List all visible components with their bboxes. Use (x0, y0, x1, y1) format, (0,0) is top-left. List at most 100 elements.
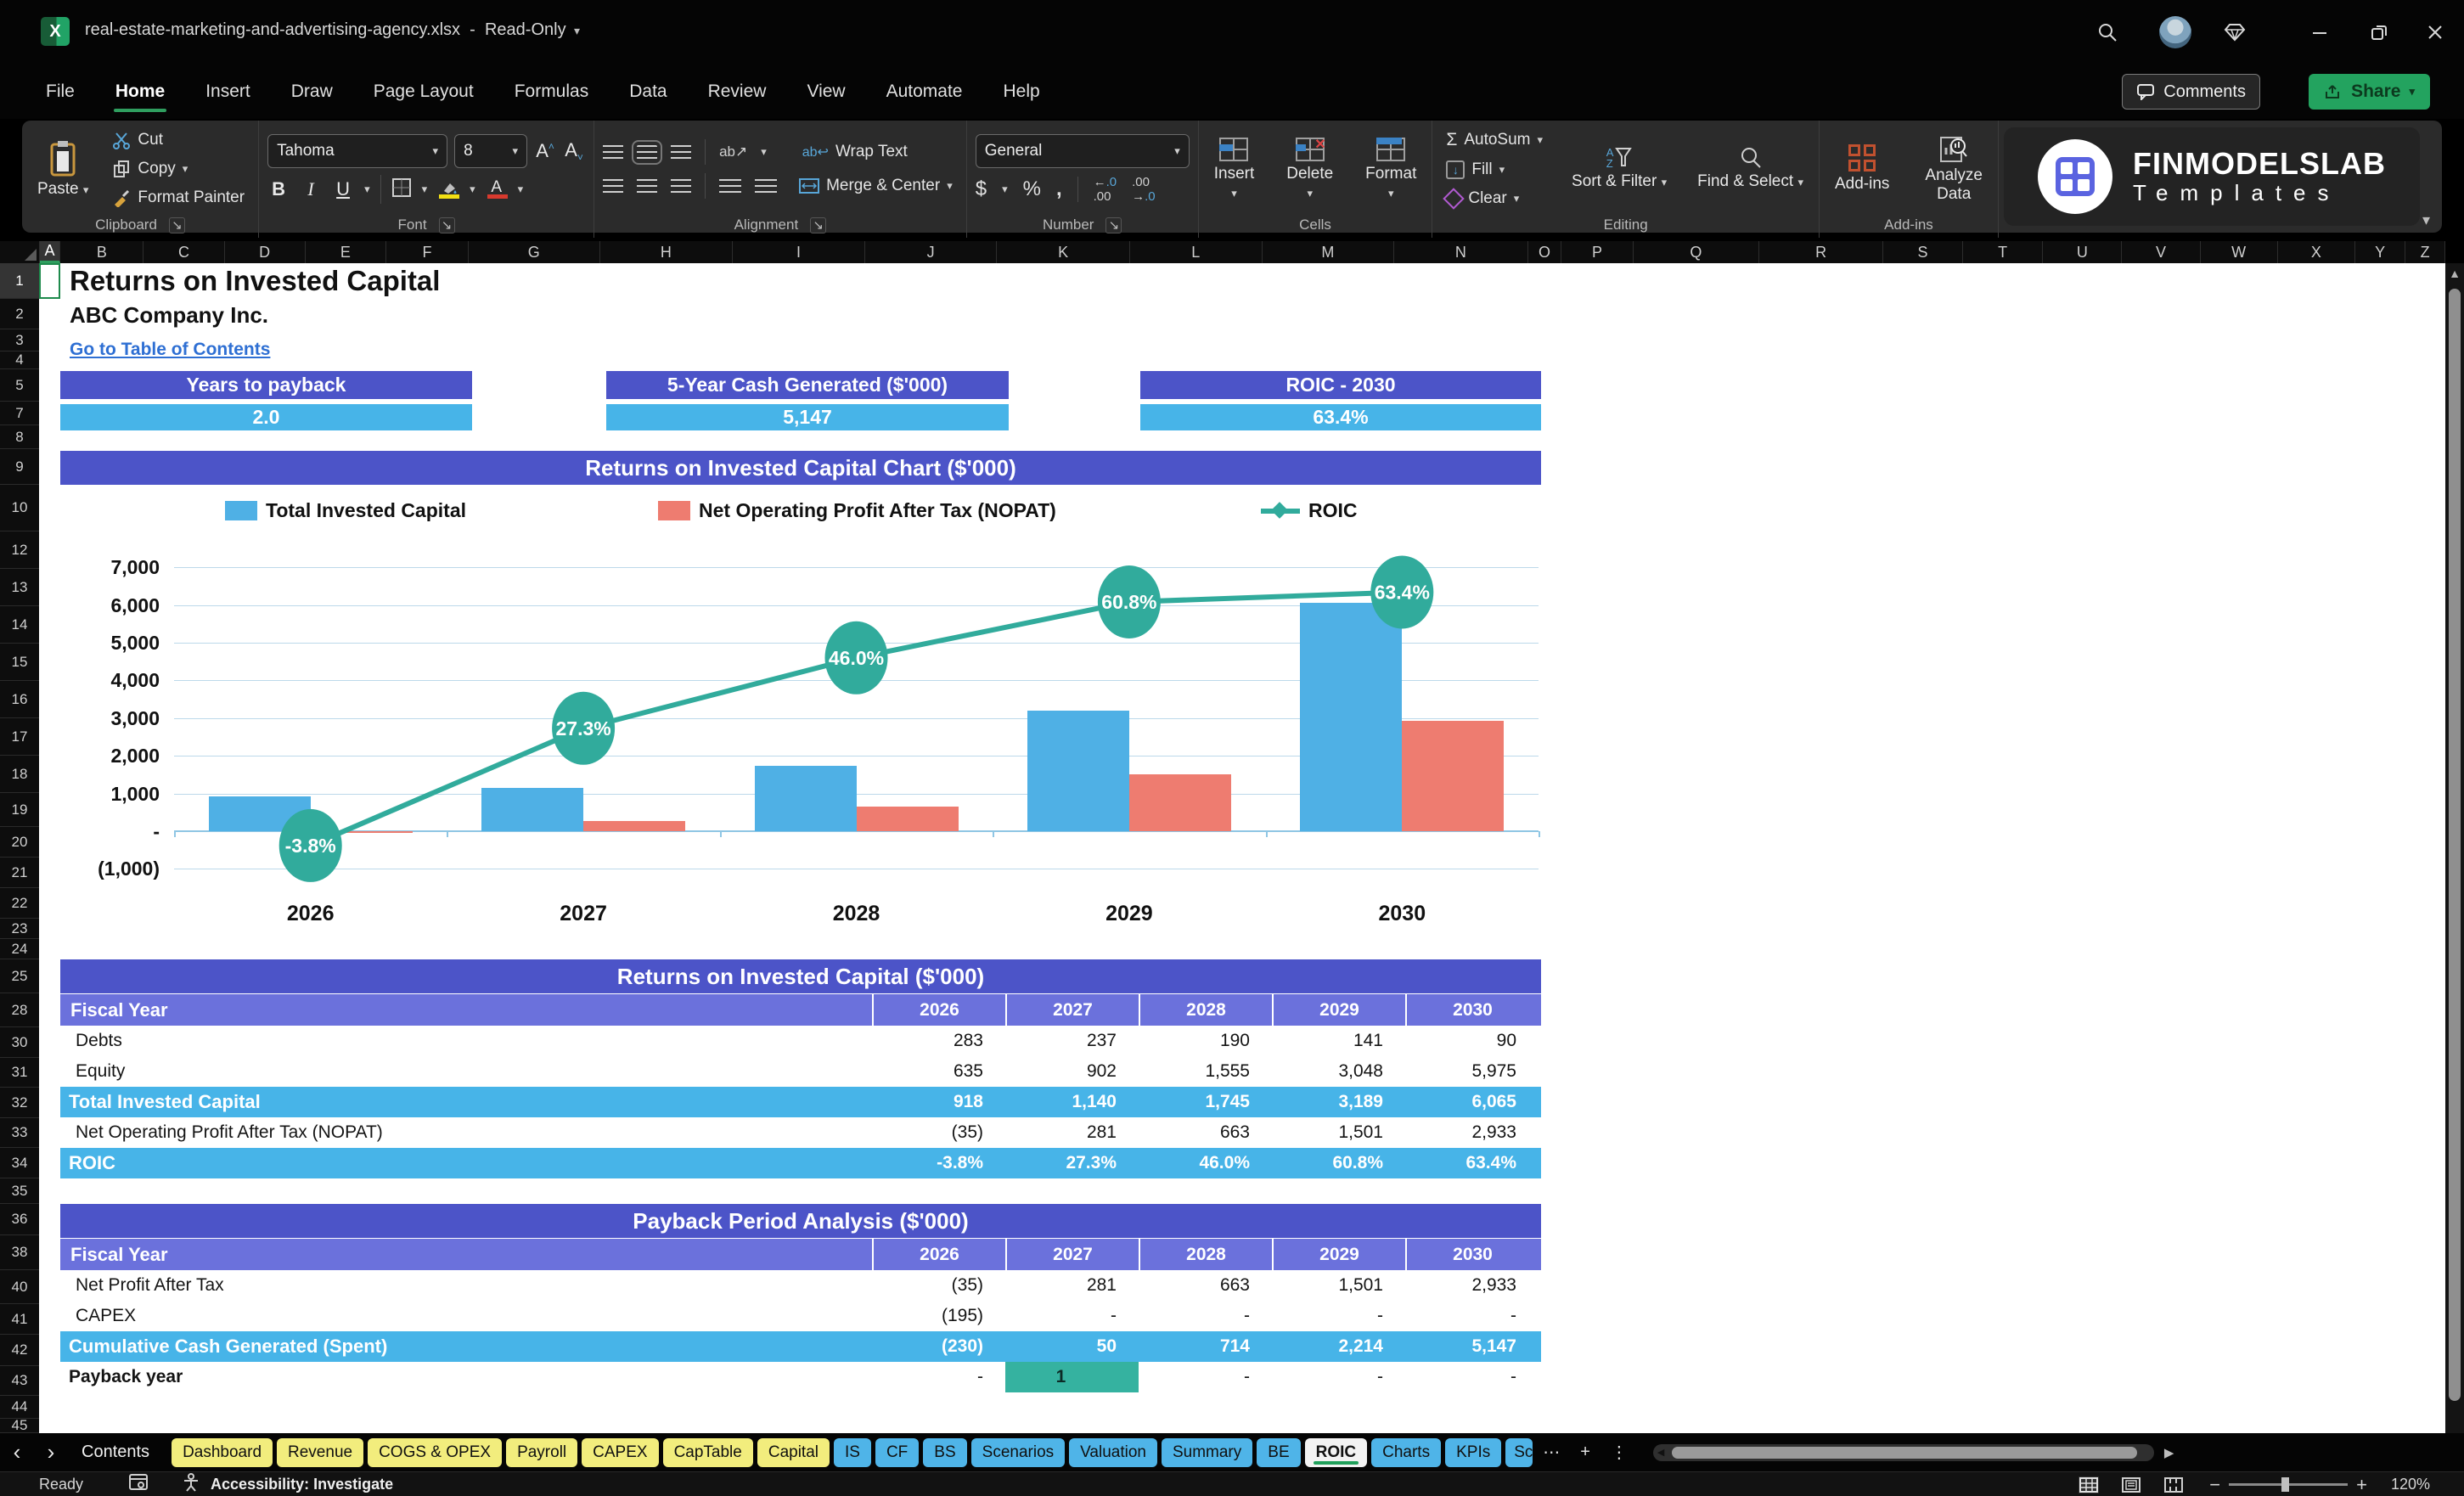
row-header-38[interactable]: 38 (0, 1235, 39, 1270)
comments-button[interactable]: Comments (2122, 74, 2260, 110)
table-of-contents-link[interactable]: Go to Table of Contents (70, 340, 270, 360)
increase-indent-button[interactable] (755, 178, 778, 194)
cut-button[interactable]: Cut (107, 128, 250, 152)
menu-tab-insert[interactable]: Insert (185, 64, 271, 119)
cell-value[interactable]: (35) (872, 1117, 1005, 1148)
row-header-9[interactable]: 9 (0, 449, 39, 485)
row-header-13[interactable]: 13 (0, 569, 39, 606)
minimize-button[interactable] (2303, 15, 2337, 49)
cell-value[interactable]: 2,933 (1405, 1270, 1539, 1301)
cell-value[interactable]: (230) (872, 1331, 1005, 1362)
italic-button[interactable]: I (300, 178, 322, 200)
menu-tab-home[interactable]: Home (95, 64, 185, 119)
copy-button[interactable]: Copy ▾ (107, 157, 250, 181)
zoom-slider-thumb[interactable] (2281, 1477, 2290, 1492)
font-dialog-launcher[interactable]: ↘ (438, 217, 455, 233)
align-left-button[interactable] (603, 178, 624, 194)
column-header-D[interactable]: D (225, 241, 306, 263)
cell-value[interactable]: (195) (872, 1301, 1005, 1331)
cell-value[interactable]: 1,745 (1139, 1087, 1272, 1117)
sheet-tab-charts[interactable]: Charts (1371, 1437, 1442, 1467)
sheet-tab-captable[interactable]: CapTable (662, 1437, 753, 1467)
sheet-tab-revenue[interactable]: Revenue (277, 1437, 364, 1467)
delete-cells-button[interactable]: ✕ Delete ▾ (1280, 138, 1340, 200)
alignment-dialog-launcher[interactable]: ↘ (810, 217, 827, 233)
search-icon[interactable] (2090, 15, 2124, 49)
row-header-4[interactable]: 4 (0, 352, 39, 369)
cell-value[interactable]: 3,048 (1272, 1056, 1405, 1087)
row-header-16[interactable]: 16 (0, 681, 39, 718)
page-layout-view-icon[interactable] (2121, 1476, 2141, 1493)
cell-value[interactable]: 2,933 (1405, 1117, 1539, 1148)
cell-value[interactable]: 1 (1005, 1362, 1139, 1392)
cell-value[interactable]: 281 (1005, 1117, 1139, 1148)
zoom-level[interactable]: 120% (2391, 1476, 2430, 1493)
wrap-text-button[interactable]: ab↩ Wrap Text (797, 140, 913, 164)
cell-value[interactable]: 50 (1005, 1331, 1139, 1362)
cell-value[interactable]: 902 (1005, 1056, 1139, 1087)
row-header-7[interactable]: 7 (0, 402, 39, 425)
addins-button[interactable]: Add-ins (1828, 144, 1896, 194)
account-avatar[interactable] (2158, 15, 2192, 49)
menu-tab-file[interactable]: File (25, 64, 95, 119)
column-header-H[interactable]: H (600, 241, 734, 263)
orientation-button[interactable]: ab↗ (719, 143, 747, 160)
row-header-32[interactable]: 32 (0, 1088, 39, 1118)
row-header-43[interactable]: 43 (0, 1366, 39, 1396)
sheet-tab-valuation[interactable]: Valuation (1069, 1437, 1157, 1467)
normal-view-icon[interactable] (2079, 1476, 2100, 1493)
orientation-dropdown[interactable]: ▾ (761, 145, 767, 159)
cell-value[interactable]: 6,065 (1405, 1087, 1539, 1117)
macro-record-icon[interactable] (129, 1474, 149, 1495)
format-cells-button[interactable]: Format ▾ (1359, 138, 1423, 200)
font-name-select[interactable]: Tahoma ▾ (267, 134, 448, 168)
column-header-X[interactable]: X (2278, 241, 2355, 263)
cell-value[interactable]: 190 (1139, 1026, 1272, 1056)
row-header-14[interactable]: 14 (0, 606, 39, 644)
menu-tab-view[interactable]: View (786, 64, 865, 119)
row-header-45[interactable]: 45 (0, 1417, 39, 1433)
merge-center-button[interactable]: Merge & Center ▾ (794, 174, 958, 198)
cell-value[interactable]: 283 (872, 1026, 1005, 1056)
column-header-P[interactable]: P (1561, 241, 1634, 263)
sheet-tab-summary[interactable]: Summary (1161, 1437, 1253, 1467)
row-header-3[interactable]: 3 (0, 329, 39, 352)
close-button[interactable] (2418, 15, 2452, 49)
accessibility-icon[interactable] (182, 1473, 200, 1496)
sheet-tab-kpis[interactable]: KPIs (1445, 1437, 1502, 1467)
column-header-Z[interactable]: Z (2405, 241, 2445, 263)
borders-button[interactable] (391, 177, 412, 202)
new-sheet-button[interactable]: + (1580, 1443, 1590, 1462)
increase-decimal-button[interactable]: ←.0.00 (1094, 175, 1117, 204)
sheet-tab-capital[interactable]: Capital (757, 1437, 830, 1467)
row-header-1[interactable]: 1 (0, 263, 39, 299)
align-right-button[interactable] (671, 178, 692, 194)
menu-tab-page-layout[interactable]: Page Layout (353, 64, 494, 119)
row-header-30[interactable]: 30 (0, 1027, 39, 1058)
column-header-R[interactable]: R (1759, 241, 1883, 263)
cell-value[interactable]: 3,189 (1272, 1087, 1405, 1117)
cell-value[interactable]: 2,214 (1272, 1331, 1405, 1362)
row-header-40[interactable]: 40 (0, 1270, 39, 1304)
sheet-tab-scenarios[interactable]: Scenarios (970, 1437, 1066, 1467)
row-header-8[interactable]: 8 (0, 425, 39, 449)
cell-value[interactable]: 63.4% (1405, 1148, 1539, 1178)
number-format-select[interactable]: General ▾ (975, 134, 1190, 168)
cell-value[interactable]: - (1139, 1362, 1272, 1392)
fill-button[interactable]: ↓ Fill ▾ (1441, 158, 1548, 182)
scroll-left-icon[interactable]: ◀ (1657, 1447, 1664, 1458)
format-painter-button[interactable]: Format Painter (107, 186, 250, 210)
cell-value[interactable]: - (1139, 1301, 1272, 1331)
decrease-indent-button[interactable] (719, 178, 742, 194)
sheet-tab-sc[interactable]: Sc (1505, 1437, 1533, 1467)
font-color-dropdown[interactable]: ▾ (518, 183, 524, 196)
menu-tab-data[interactable]: Data (609, 64, 687, 119)
row-header-23[interactable]: 23 (0, 919, 39, 939)
cell-value[interactable]: 1,501 (1272, 1270, 1405, 1301)
column-header-L[interactable]: L (1130, 241, 1263, 263)
sheet-tab-contents[interactable]: Contents (82, 1443, 149, 1462)
column-header-A[interactable]: A (39, 241, 61, 263)
accounting-format-dropdown[interactable]: ▾ (1002, 183, 1008, 196)
share-button[interactable]: Share ▾ (2309, 74, 2430, 110)
menu-tab-review[interactable]: Review (688, 64, 787, 119)
